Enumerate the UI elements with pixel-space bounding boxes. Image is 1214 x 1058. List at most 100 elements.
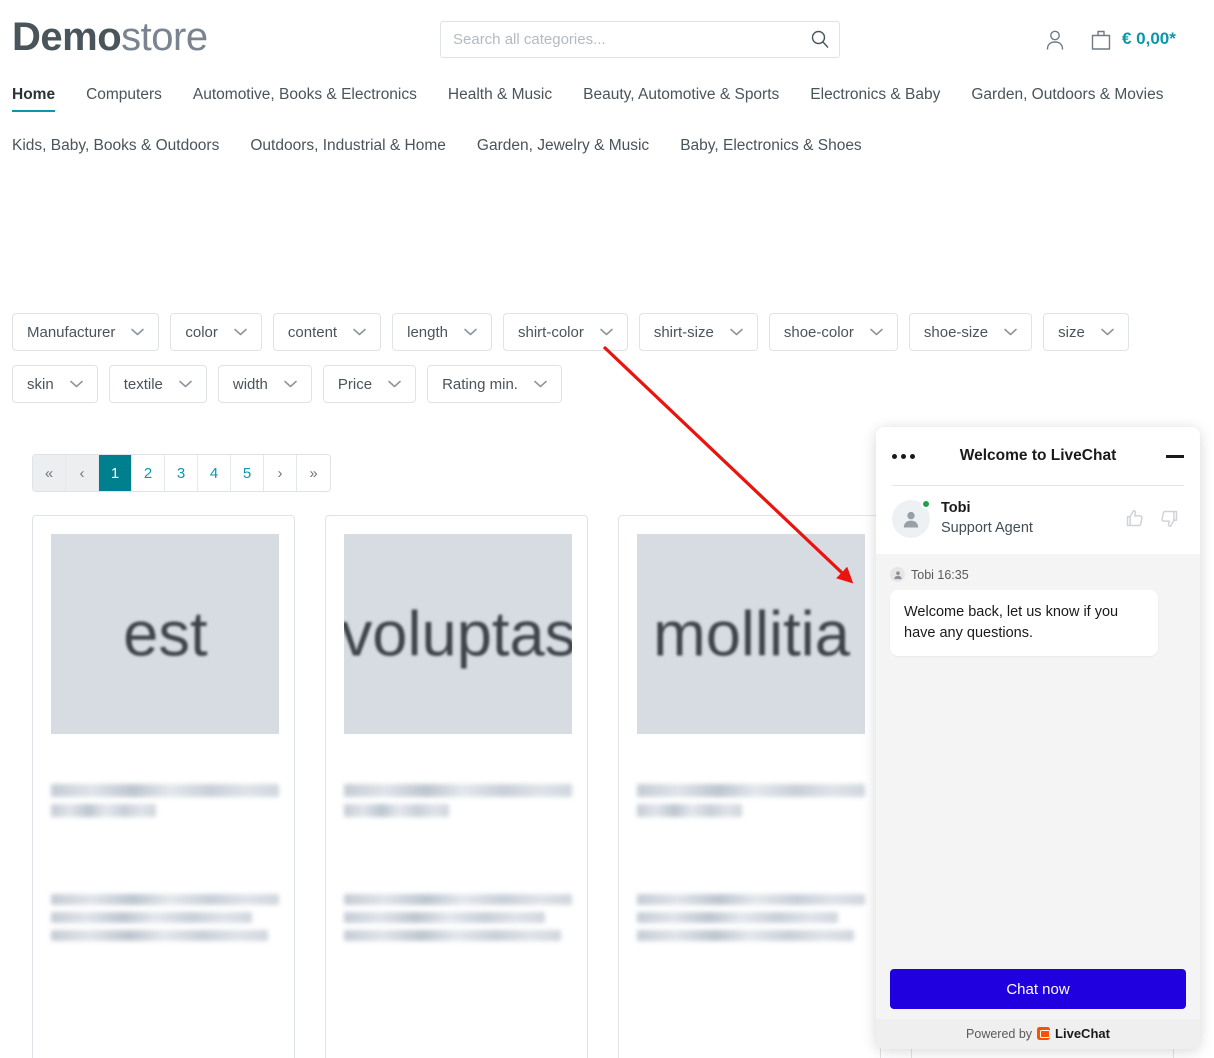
pagination-page-1[interactable]: 1 — [99, 455, 132, 491]
product-image-placeholder-text: mollitia — [652, 598, 850, 670]
chevron-down-icon — [1100, 328, 1114, 336]
pagination-last-button[interactable]: » — [297, 455, 330, 491]
pagination-page-3[interactable]: 3 — [165, 455, 198, 491]
livechat-logo-icon — [1037, 1027, 1051, 1040]
cart-button[interactable] — [1088, 27, 1114, 53]
filter-content[interactable]: content — [272, 313, 382, 351]
filter-label: Manufacturer — [27, 323, 116, 341]
chat-message-bubble: Welcome back, let us know if you have an… — [890, 590, 1158, 656]
filter-bar: Manufacturer color content length shirt-colo… — [12, 313, 1172, 417]
product-title[interactable] — [344, 784, 572, 824]
nav-item-kids-baby-books-outdoors[interactable]: Kids, Baby, Books & Outdoors — [12, 135, 219, 163]
blurred-text-line — [344, 804, 449, 817]
nav-item-garden-outdoors-movies[interactable]: Garden, Outdoors & Movies — [971, 84, 1163, 112]
filter-shirt-size[interactable]: shirt-size — [638, 313, 758, 351]
chevron-down-icon — [131, 328, 145, 336]
blurred-text-line — [344, 894, 572, 905]
filter-size[interactable]: size — [1043, 313, 1129, 351]
nav-item-garden-jewelry-music[interactable]: Garden, Jewelry & Music — [477, 135, 649, 163]
filter-label: Rating min. — [442, 375, 518, 393]
blurred-text-line — [51, 804, 156, 817]
powered-by-bar: Powered by LiveChat — [876, 1019, 1200, 1049]
search-input[interactable] — [453, 22, 793, 57]
product-card[interactable]: voluptas — [325, 515, 588, 1058]
filter-shoe-size[interactable]: shoe-size — [908, 313, 1033, 351]
account-button[interactable] — [1042, 27, 1068, 53]
filter-length[interactable]: length — [392, 313, 492, 351]
nav-item-baby-electronics-shoes[interactable]: Baby, Electronics & Shoes — [680, 135, 862, 163]
product-title[interactable] — [51, 784, 279, 824]
person-glyph-icon — [893, 570, 902, 579]
nav-item-automotive-books-electronics[interactable]: Automotive, Books & Electronics — [193, 84, 417, 112]
filter-price[interactable]: Price — [322, 365, 417, 403]
chat-now-button[interactable]: Chat now — [890, 969, 1186, 1009]
pagination-next-button[interactable]: › — [264, 455, 297, 491]
product-image[interactable]: voluptas — [344, 534, 572, 734]
filter-label: textile — [123, 375, 163, 393]
filter-label: color — [185, 323, 218, 341]
pagination-page-5[interactable]: 5 — [231, 455, 264, 491]
thumbs-down-icon[interactable] — [1159, 508, 1180, 529]
blurred-text-line — [637, 804, 742, 817]
chevron-down-icon — [870, 328, 883, 336]
product-image[interactable]: est — [51, 534, 279, 734]
pagination-prev-button[interactable]: ‹ — [66, 455, 99, 491]
nav-item-outdoors-industrial-home[interactable]: Outdoors, Industrial & Home — [250, 135, 446, 163]
filter-manufacturer[interactable]: Manufacturer — [12, 313, 160, 351]
cart-total-label[interactable]: € 0,00* — [1122, 29, 1176, 49]
filter-label: shoe-color — [783, 323, 854, 341]
filter-skin[interactable]: skin — [12, 365, 98, 403]
search-box — [440, 21, 840, 58]
search-icon — [811, 30, 829, 48]
chevron-down-icon — [234, 328, 247, 336]
chat-title: Welcome to LiveChat — [959, 447, 1117, 464]
chevron-down-icon — [1004, 328, 1017, 336]
chevron-down-icon — [464, 328, 477, 336]
pagination: «‹ 1 2 3 4 5 ›» — [32, 454, 331, 492]
nav-item-electronics-baby[interactable]: Electronics & Baby — [810, 84, 940, 112]
product-image-placeholder-text: est — [122, 598, 208, 670]
main-navigation: Home Computers Automotive, Books & Electro… — [0, 84, 1214, 186]
nav-item-health-music[interactable]: Health & Music — [448, 84, 552, 112]
thumbs-up-icon[interactable] — [1124, 508, 1145, 529]
nav-item-beauty-automotive-sports[interactable]: Beauty, Automotive & Sports — [583, 84, 779, 112]
filter-rating-min[interactable]: Rating min. — [427, 365, 562, 403]
filter-shirt-color[interactable]: shirt-color — [502, 313, 628, 351]
filter-label: content — [287, 323, 338, 341]
product-card[interactable]: mollitia — [618, 515, 881, 1058]
product-title[interactable] — [637, 784, 865, 824]
message-meta: Tobi 16:35 — [890, 567, 1186, 582]
online-status-dot — [921, 498, 931, 509]
pagination-page-2[interactable]: 2 — [132, 455, 165, 491]
blurred-text-line — [637, 784, 865, 797]
product-card[interactable]: est — [32, 515, 295, 1058]
nav-item-computers[interactable]: Computers — [86, 84, 162, 112]
filter-row: Manufacturer color content length shirt-colo… — [12, 313, 1172, 417]
blurred-text-line — [637, 894, 865, 905]
product-image[interactable]: mollitia — [637, 534, 865, 734]
blurred-text-line — [51, 930, 268, 941]
chevron-down-icon — [353, 328, 366, 336]
account-icon — [1046, 30, 1064, 50]
agent-meta: Tobi Support Agent — [941, 499, 1124, 538]
message-sender-time: Tobi 16:35 — [911, 567, 969, 582]
chat-header: Welcome to LiveChat Tobi Support Agent — [876, 427, 1200, 554]
filter-label: size — [1058, 323, 1085, 341]
pagination-first-button[interactable]: « — [33, 455, 66, 491]
search-submit-button[interactable] — [807, 27, 833, 53]
chat-agent-row: Tobi Support Agent — [892, 486, 1184, 554]
filter-color[interactable]: color — [170, 313, 262, 351]
pagination-page-4[interactable]: 4 — [198, 455, 231, 491]
filter-width[interactable]: width — [217, 365, 312, 403]
blurred-text-line — [637, 930, 854, 941]
minimize-icon[interactable] — [1166, 455, 1184, 458]
filter-shoe-color[interactable]: shoe-color — [768, 313, 898, 351]
agent-name: Tobi — [941, 500, 971, 516]
chat-message-area: Tobi 16:35 Welcome back, let us know if … — [876, 554, 1200, 969]
site-logo[interactable]: Demostore — [12, 14, 208, 60]
filter-textile[interactable]: textile — [108, 365, 207, 403]
blurred-text-line — [637, 912, 838, 923]
powered-by-label: Powered by — [966, 1026, 1033, 1041]
nav-item-home[interactable]: Home — [12, 84, 56, 112]
person-icon — [890, 567, 905, 582]
